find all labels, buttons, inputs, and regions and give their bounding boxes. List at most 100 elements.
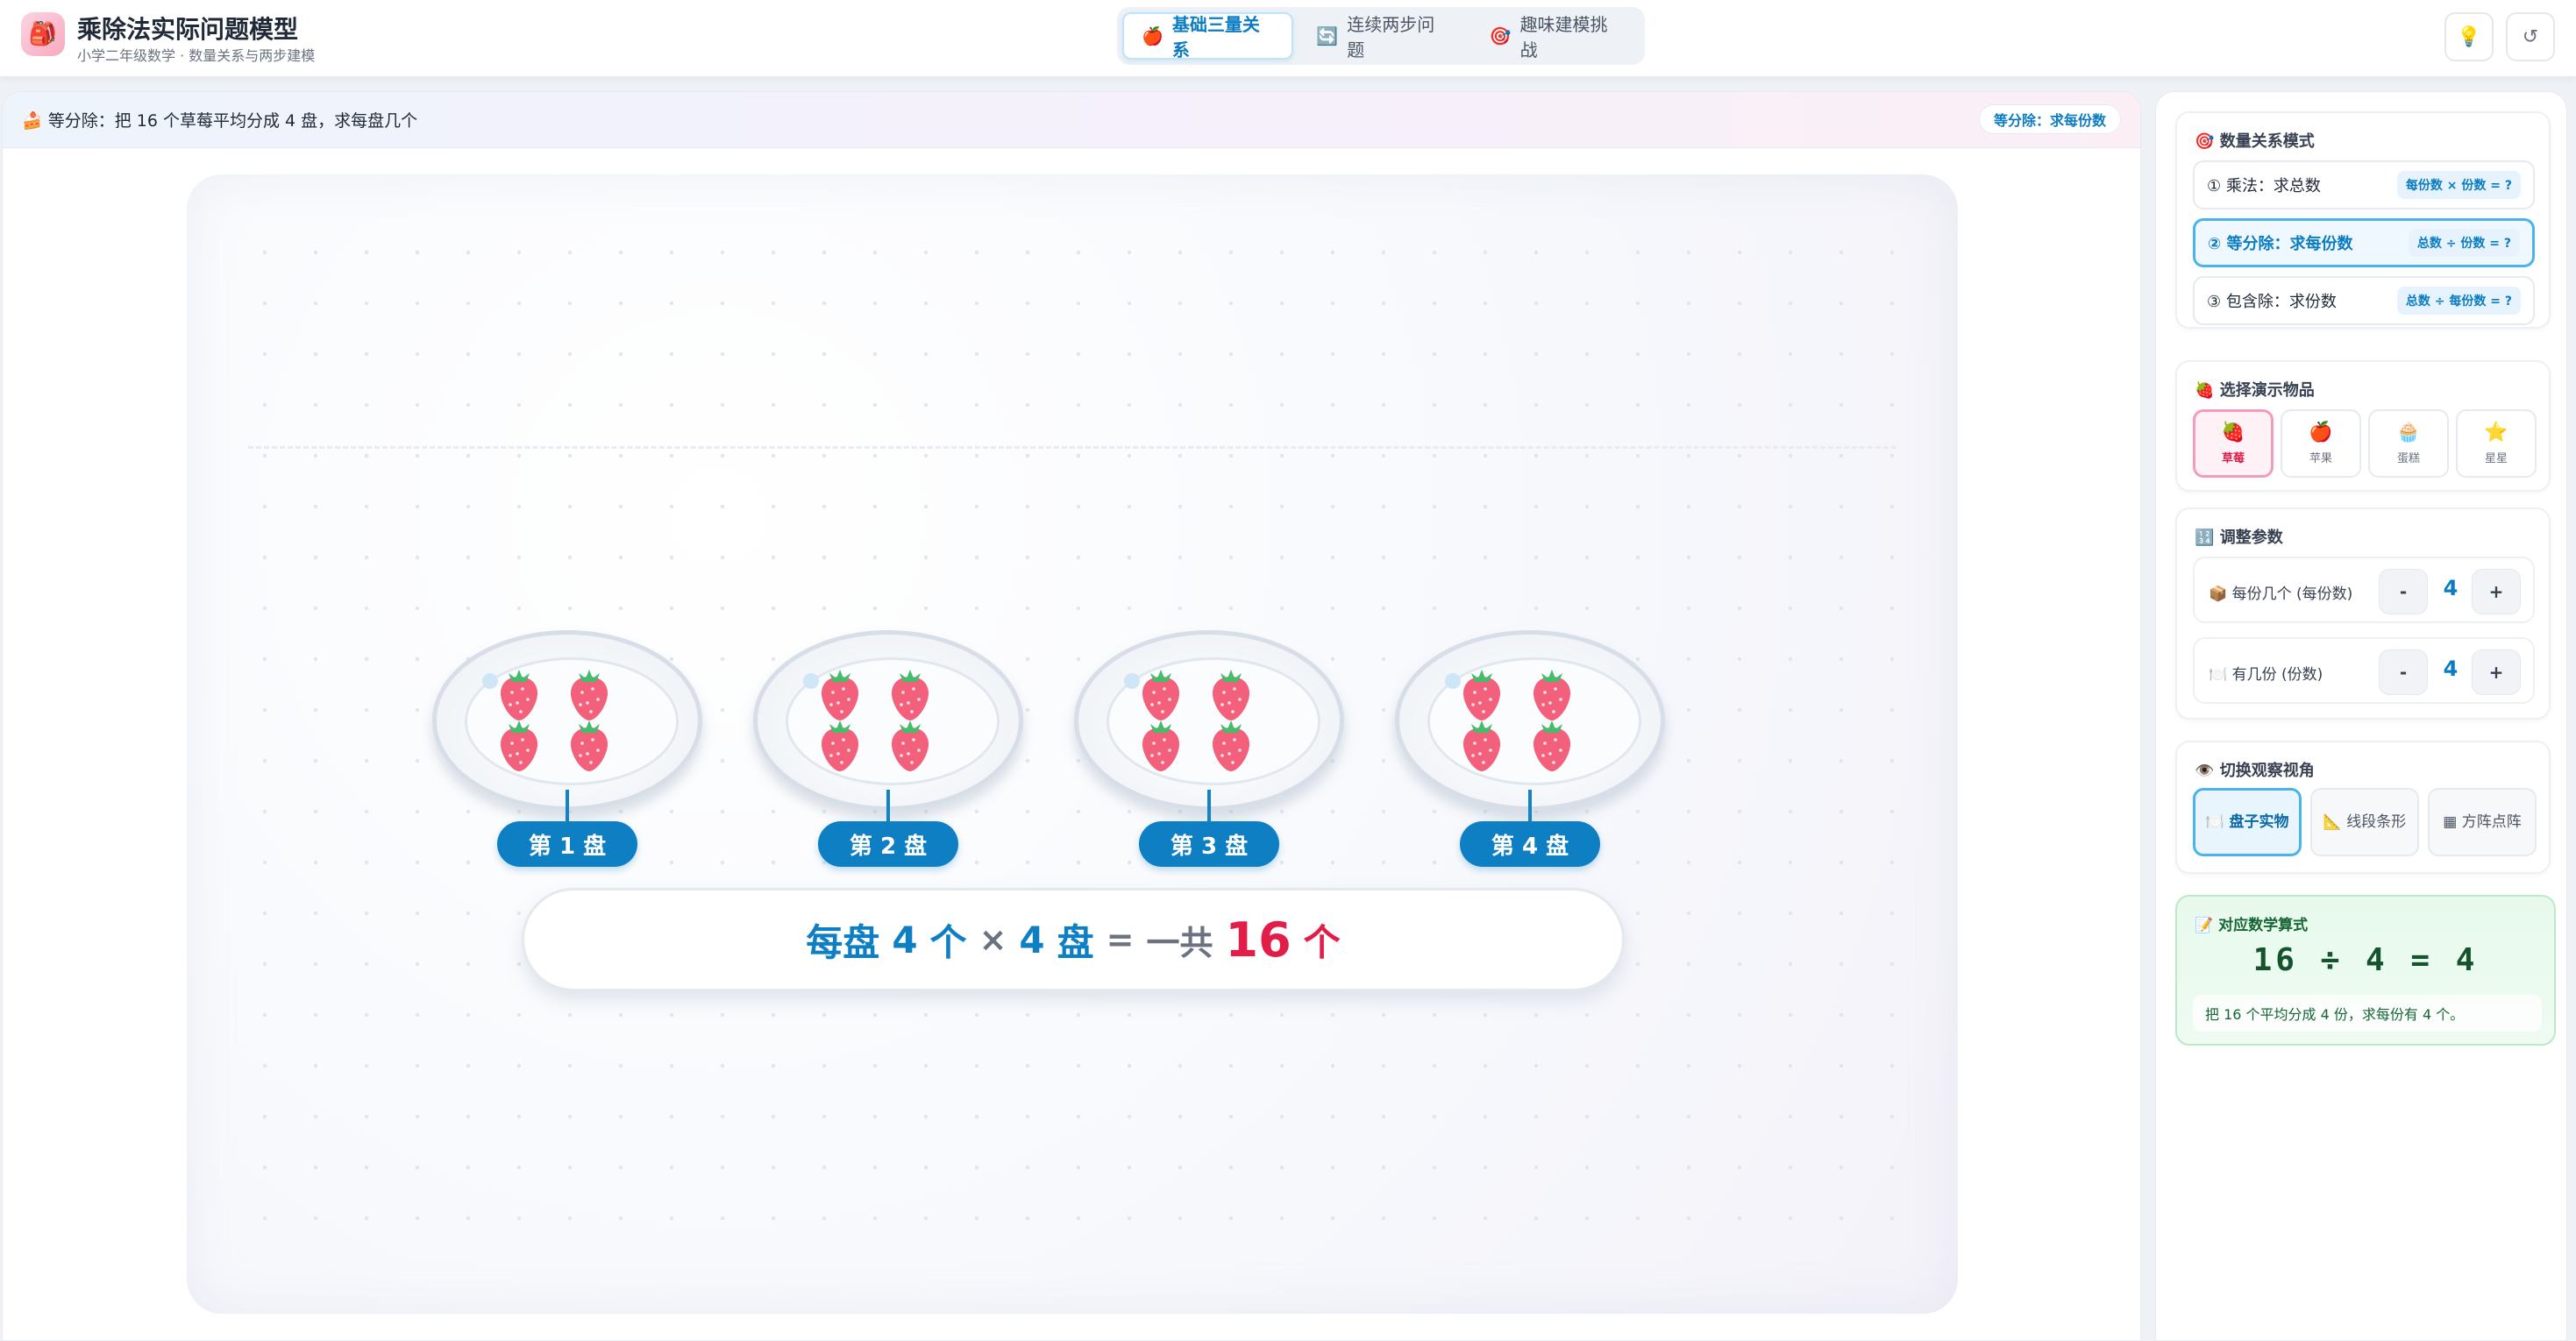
mode-equal-division[interactable]: ② 等分除：求每份数 总数 ÷ 份数 = ? xyxy=(2193,218,2535,267)
plate-label: 第 2 盘 xyxy=(818,821,958,867)
increment-button[interactable]: + xyxy=(2472,569,2521,614)
tab-label: 连续两步问题 xyxy=(1347,14,1435,60)
plate-3: 第 3 盘 xyxy=(1074,630,1344,876)
strawberry-icon xyxy=(1459,664,1505,722)
param-label: 📦 每份几个 (每份数) xyxy=(2209,585,2353,603)
eq-total-value: 16 xyxy=(1225,912,1292,968)
relation-modes-card: 🎯 数量关系模式 ① 乘法：求总数 每份数 × 份数 = ? ② 等分除：求每份… xyxy=(2175,111,2551,329)
strawberry-icon xyxy=(566,715,612,773)
param-value: 4 xyxy=(2443,656,2459,681)
eq-times: × xyxy=(978,920,1007,959)
formula-chip: 总数 ÷ 份数 = ? xyxy=(2408,229,2520,257)
plate-dish xyxy=(1395,630,1665,811)
strawberry-icon xyxy=(1529,664,1575,722)
param-share-count: 🍽️ 有几份 (份数) - 4 + xyxy=(2193,637,2535,704)
mode-multiplication[interactable]: ① 乘法：求总数 每份数 × 份数 = ? xyxy=(2193,160,2535,209)
target-icon: 🎯 xyxy=(2195,132,2215,151)
lightbulb-icon: 💡 xyxy=(2457,25,2481,48)
strawberry-icon xyxy=(1459,715,1505,773)
app-header: 🎒 乘除法实际问题模型 小学二年级数学 · 数量关系与两步建模 🍎 基础三量关系… xyxy=(0,0,2576,77)
object-star[interactable]: ⭐ 星星 xyxy=(2456,409,2537,478)
strawberry-icon: 🍓 xyxy=(2221,422,2245,443)
formula-explanation: 把 16 个平均分成 4 份，求每份有 4 个。 xyxy=(2193,995,2542,1032)
decrement-button[interactable]: - xyxy=(2379,569,2428,614)
cake-icon: 🍰 xyxy=(22,111,43,131)
plate-label: 第 3 盘 xyxy=(1139,821,1279,867)
object-cupcake[interactable]: 🧁 蛋糕 xyxy=(2368,409,2449,478)
tab-basic-relations[interactable]: 🍎 基础三量关系 xyxy=(1122,12,1294,60)
strawberry-icon xyxy=(1138,715,1184,773)
object-apple[interactable]: 🍎 苹果 xyxy=(2281,409,2361,478)
reset-button[interactable]: ↺ xyxy=(2506,12,2555,61)
strawberry-icon xyxy=(887,715,933,773)
object-strawberry[interactable]: 🍓 草莓 xyxy=(2193,409,2274,478)
strawberry-icon xyxy=(496,715,542,773)
eye-icon: 👁️ xyxy=(2195,762,2215,780)
increment-button[interactable]: + xyxy=(2472,649,2521,695)
guide-dashed-line xyxy=(248,446,1896,449)
main-stage: 🍰 等分除：把 16 个草莓平均分成 4 盘，求每盘几个 等分除：求每份数 第 … xyxy=(2,91,2141,1341)
param-value: 4 xyxy=(2443,576,2459,600)
decrement-button[interactable]: - xyxy=(2379,649,2428,695)
mode-badge: 等分除：求每份数 xyxy=(1978,104,2121,134)
formula-chip: 每份数 × 份数 = ? xyxy=(2396,171,2521,199)
control-sidebar: 🎯 数量关系模式 ① 乘法：求总数 每份数 × 份数 = ? ② 等分除：求每份… xyxy=(2155,91,2567,1341)
eq-unit: 盘 xyxy=(1057,920,1094,964)
plate-label: 第 4 盘 xyxy=(1460,821,1600,867)
apple-icon: 🍎 xyxy=(2309,422,2333,443)
card-title: 🍓 选择演示物品 xyxy=(2195,381,2315,400)
strawberry-icon xyxy=(817,664,863,722)
strawberry-icon xyxy=(1208,664,1254,722)
star-icon: ⭐ xyxy=(2484,422,2508,443)
view-plates-button[interactable]: 🍽️ 盘子实物 xyxy=(2193,788,2302,856)
problem-text: 等分除：把 16 个草莓平均分成 4 盘，求每盘几个 xyxy=(47,111,418,131)
plate-1: 第 1 盘 xyxy=(432,630,702,876)
strawberry-icon xyxy=(496,664,542,722)
plate-dish xyxy=(753,630,1023,811)
formula-title: 📝 对应数学算式 xyxy=(2195,917,2309,934)
equation-summary: 每盘 4 个 × 4 盘 = 一共 16 个 xyxy=(522,888,1625,991)
formula-card: 📝 对应数学算式 16 ÷ 4 = 4 把 16 个平均分成 4 份，求每份有 … xyxy=(2175,895,2556,1046)
mode-quotative-division[interactable]: ③ 包含除：求份数 总数 ÷ 每份数 = ? xyxy=(2193,276,2535,325)
tab-challenge[interactable]: 🎯 趣味建模挑战 xyxy=(1472,12,1640,60)
tab-two-step[interactable]: 🔄 连续两步问题 xyxy=(1299,12,1466,60)
eq-equals: = xyxy=(1106,920,1135,959)
apple-icon: 🍎 xyxy=(1142,25,1163,46)
tab-label: 趣味建模挑战 xyxy=(1519,14,1608,60)
plate-dish xyxy=(1074,630,1344,811)
strawberry-icon xyxy=(817,715,863,773)
strawberry-icon xyxy=(1208,715,1254,773)
backpack-icon: 🎒 xyxy=(21,12,65,56)
eq-unit: 个 xyxy=(1303,920,1341,964)
strawberry-icon: 🍓 xyxy=(2195,381,2215,400)
plate-4: 第 4 盘 xyxy=(1395,630,1665,876)
plate-2: 第 2 盘 xyxy=(753,630,1023,876)
object-select-card: 🍓 选择演示物品 🍓 草莓 🍎 苹果 🧁 蛋糕 ⭐ 星星 xyxy=(2175,360,2551,492)
strawberry-icon xyxy=(887,664,933,722)
card-title: 🔢 调整参数 xyxy=(2195,529,2283,547)
reset-icon: ↺ xyxy=(2522,25,2539,48)
hint-button[interactable]: 💡 xyxy=(2444,12,2494,61)
eq-per-label: 每盘 xyxy=(806,920,880,964)
plates-row: 第 1 盘 第 2 盘 第 3 盘 第 4 盘 xyxy=(432,630,1677,876)
cupcake-icon: 🧁 xyxy=(2396,422,2421,443)
eq-unit: 个 xyxy=(929,920,967,964)
view-switch-card: 👁️ 切换观察视角 🍽️ 盘子实物 📐 线段条形 ▦ 方阵点阵 xyxy=(2175,741,2551,874)
strawberry-icon xyxy=(1138,664,1184,722)
target-icon: 🎯 xyxy=(1489,25,1512,46)
mode-tabs: 🍎 基础三量关系 🔄 连续两步问题 🎯 趣味建模挑战 xyxy=(1117,7,1645,65)
strawberry-icon xyxy=(566,664,612,722)
param-label: 🍽️ 有几份 (份数) xyxy=(2209,666,2323,684)
view-array-button[interactable]: ▦ 方阵点阵 xyxy=(2428,788,2537,856)
problem-statement: 🍰 等分除：把 16 个草莓平均分成 4 盘，求每盘几个 xyxy=(22,108,417,131)
problem-bar: 🍰 等分除：把 16 个草莓平均分成 4 盘，求每盘几个 等分除：求每份数 xyxy=(3,92,2140,148)
card-title: 👁️ 切换观察视角 xyxy=(2195,762,2315,780)
params-card: 🔢 调整参数 📦 每份几个 (每份数) - 4 + 🍽️ 有几份 (份数) - … xyxy=(2175,507,2551,720)
refresh-icon: 🔄 xyxy=(1316,25,1339,46)
strawberry-icon xyxy=(1529,715,1575,773)
app-subtitle: 小学二年级数学 · 数量关系与两步建模 xyxy=(77,47,316,64)
formula-chip: 总数 ÷ 每份数 = ? xyxy=(2396,287,2521,315)
eq-total-label: 一共 xyxy=(1146,923,1213,962)
view-bar-button[interactable]: 📐 线段条形 xyxy=(2310,788,2419,856)
eq-per-value: 4 xyxy=(892,918,918,961)
